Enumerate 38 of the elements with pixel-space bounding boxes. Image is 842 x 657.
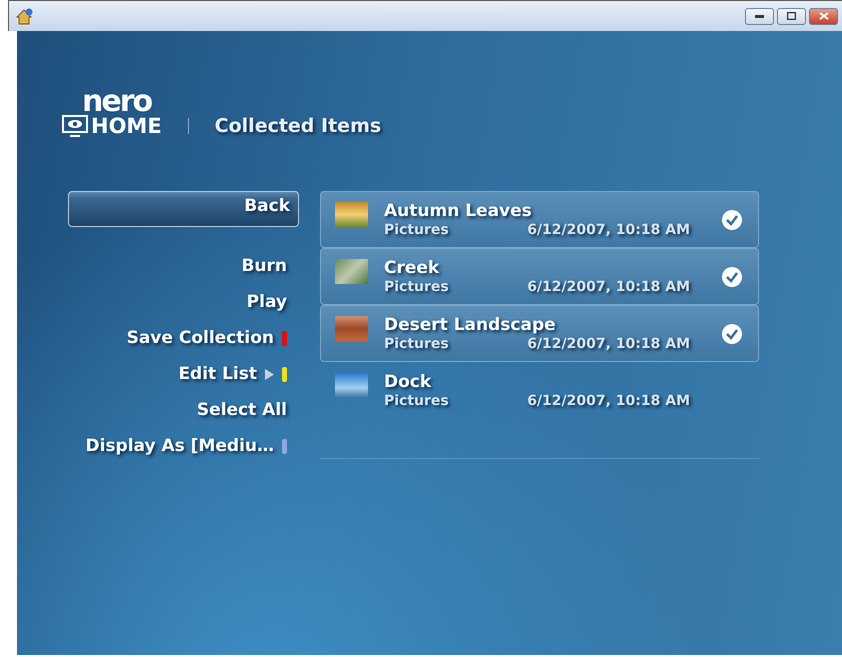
- item-date: 6/12/2007, 10:18 AM: [527, 334, 690, 352]
- list-row[interactable]: Creek Pictures 6/12/2007, 10:18 AM: [320, 248, 759, 305]
- photo-placeholder: [335, 373, 368, 398]
- item-name: Autumn Leaves: [384, 200, 533, 220]
- house-icon: [15, 8, 33, 24]
- close-button[interactable]: [809, 8, 838, 24]
- monitor-eye-icon: [62, 115, 88, 137]
- menu-item[interactable]: Save Collection: [68, 325, 299, 351]
- item-type: Pictures: [384, 278, 449, 296]
- item-date: 6/12/2007, 10:18 AM: [527, 220, 690, 238]
- menu-item[interactable]: Back: [68, 191, 299, 227]
- list-row[interactable]: Dock Pictures 6/12/2007, 10:18 AM: [320, 362, 759, 419]
- photo-placeholder: [335, 316, 368, 341]
- item-name: Dock: [384, 372, 432, 392]
- photo-placeholder: [335, 202, 368, 227]
- menu-item[interactable]: Burn: [68, 253, 299, 279]
- logo-text: nero: [82, 89, 152, 115]
- item-type: Pictures: [384, 334, 449, 352]
- close-icon: [818, 12, 828, 20]
- item-date: 6/12/2007, 10:18 AM: [527, 392, 690, 410]
- list-row[interactable]: Autumn Leaves Pictures 6/12/2007, 10:18 AM: [320, 191, 759, 248]
- item-date: 6/12/2007, 10:18 AM: [527, 278, 690, 296]
- item-name: Creek: [384, 258, 440, 278]
- minimize-icon: [755, 14, 764, 18]
- item-type: Pictures: [384, 392, 449, 410]
- maximize-icon: [787, 12, 796, 20]
- maximize-button[interactable]: [777, 8, 806, 24]
- minimize-button[interactable]: [745, 8, 774, 24]
- logo-text: HOME: [91, 115, 162, 137]
- menu-item[interactable]: Edit List: [68, 361, 299, 387]
- page-title: Collected Items: [214, 115, 382, 137]
- item-name: Desert Landscape: [384, 314, 557, 334]
- menu-item[interactable]: Display As [Mediu…: [68, 433, 299, 459]
- menu-item[interactable]: Select All: [68, 397, 299, 423]
- menu-item[interactable]: Play: [68, 289, 299, 315]
- item-type: Pictures: [384, 220, 449, 238]
- list-row[interactable]: Desert Landscape Pictures 6/12/2007, 10:18 AM: [320, 305, 759, 362]
- photo-placeholder: [335, 259, 368, 284]
